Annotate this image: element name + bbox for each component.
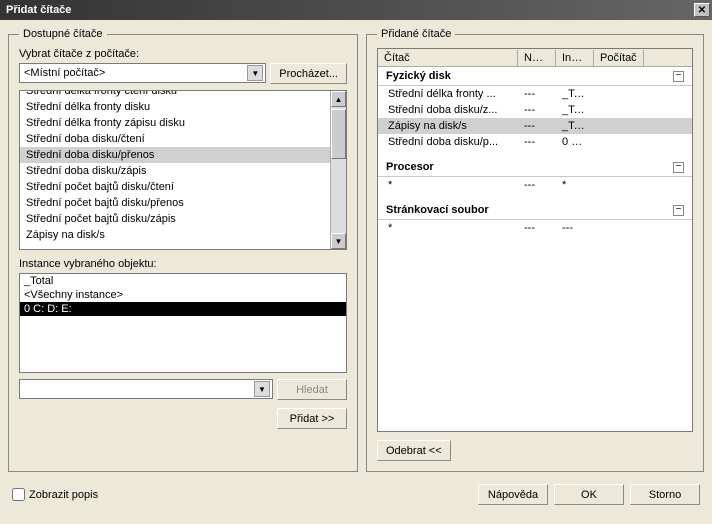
- tree-group-header[interactable]: Stránkovací soubor−: [378, 201, 692, 220]
- select-computer-label: Vybrat čítače z počítače:: [19, 48, 347, 60]
- window-title: Přidat čítače: [6, 4, 71, 16]
- show-description-checkbox[interactable]: Zobrazit popis: [12, 488, 98, 501]
- tree-row[interactable]: Střední doba disku/p...---0 C:...: [378, 134, 692, 150]
- counters-listbox[interactable]: Střední délka fronty čtení diskuStřední …: [19, 90, 347, 250]
- added-legend: Přidané čítače: [377, 28, 455, 40]
- counter-item[interactable]: Střední doba disku/čtení: [20, 131, 330, 147]
- tree-row[interactable]: Střední délka fronty ...---_Total: [378, 86, 692, 102]
- browse-button[interactable]: Procházet...: [270, 63, 347, 84]
- scroll-up-icon[interactable]: ▲: [331, 91, 346, 107]
- col-parent[interactable]: Nad...: [518, 50, 556, 66]
- col-counter[interactable]: Čítač: [378, 50, 518, 66]
- chevron-down-icon[interactable]: ▼: [247, 65, 263, 81]
- tree-header: Čítač Nad... Inst... Počítač: [378, 49, 692, 67]
- counter-item[interactable]: Střední počet bajtů disku/přenos: [20, 195, 330, 211]
- added-tree[interactable]: Čítač Nad... Inst... Počítač Fyzický dis…: [377, 48, 693, 432]
- collapse-icon[interactable]: −: [673, 162, 684, 173]
- collapse-icon[interactable]: −: [673, 205, 684, 216]
- tree-group-header[interactable]: Procesor−: [378, 158, 692, 177]
- instance-label: Instance vybraného objektu:: [19, 258, 347, 270]
- computer-combo[interactable]: <Místní počítač> ▼: [19, 63, 266, 83]
- instance-listbox[interactable]: _Total<Všechny instance>0 C: D: E:: [19, 273, 347, 373]
- collapse-icon[interactable]: −: [673, 71, 684, 82]
- ok-button[interactable]: OK: [554, 484, 624, 505]
- footer: Zobrazit popis Nápověda OK Storno: [0, 480, 712, 513]
- search-combo[interactable]: ▼: [19, 379, 273, 399]
- available-legend: Dostupné čítače: [19, 28, 107, 40]
- col-instance[interactable]: Inst...: [556, 50, 594, 66]
- instance-item[interactable]: <Všechny instance>: [20, 288, 346, 302]
- counter-item[interactable]: Střední doba disku/zápis: [20, 163, 330, 179]
- scroll-thumb[interactable]: [331, 109, 346, 159]
- col-computer[interactable]: Počítač: [594, 50, 644, 66]
- counter-item[interactable]: Střední délka fronty zápisu disku: [20, 115, 330, 131]
- show-description-input[interactable]: [12, 488, 25, 501]
- added-counters-group: Přidané čítače Čítač Nad... Inst... Počí…: [366, 28, 704, 472]
- instance-item[interactable]: _Total: [20, 274, 346, 288]
- counter-item[interactable]: Střední doba disku/přenos: [20, 147, 330, 163]
- counter-item[interactable]: Zápisy na disk/s: [20, 227, 330, 243]
- cancel-button[interactable]: Storno: [630, 484, 700, 505]
- counter-item[interactable]: Střední počet bajtů disku/čtení: [20, 179, 330, 195]
- scroll-down-icon[interactable]: ▼: [331, 233, 346, 249]
- tree-row[interactable]: *---*: [378, 177, 692, 193]
- close-icon[interactable]: ✕: [694, 3, 710, 17]
- content-area: Dostupné čítače Vybrat čítače z počítače…: [0, 20, 712, 480]
- computer-combo-value: <Místní počítač>: [24, 67, 105, 79]
- counter-item[interactable]: Střední délka fronty čtení disku: [20, 91, 330, 99]
- counter-item[interactable]: Střední počet bajtů disku/zápis: [20, 211, 330, 227]
- remove-button[interactable]: Odebrat <<: [377, 440, 451, 461]
- instance-item[interactable]: 0 C: D: E:: [20, 302, 346, 316]
- tree-group-header[interactable]: Fyzický disk−: [378, 67, 692, 86]
- tree-row[interactable]: Střední doba disku/z...---_Total: [378, 102, 692, 118]
- tree-row[interactable]: *------: [378, 220, 692, 236]
- help-button[interactable]: Nápověda: [478, 484, 548, 505]
- chevron-down-icon[interactable]: ▼: [254, 381, 270, 397]
- available-counters-group: Dostupné čítače Vybrat čítače z počítače…: [8, 28, 358, 472]
- show-description-label: Zobrazit popis: [29, 489, 98, 501]
- counters-scrollbar[interactable]: ▲ ▼: [330, 91, 346, 249]
- counter-item[interactable]: Střední délka fronty disku: [20, 99, 330, 115]
- search-button[interactable]: Hledat: [277, 379, 347, 400]
- add-button[interactable]: Přidat >>: [277, 408, 347, 429]
- tree-row[interactable]: Zápisy na disk/s---_Total: [378, 118, 692, 134]
- titlebar: Přidat čítače ✕: [0, 0, 712, 20]
